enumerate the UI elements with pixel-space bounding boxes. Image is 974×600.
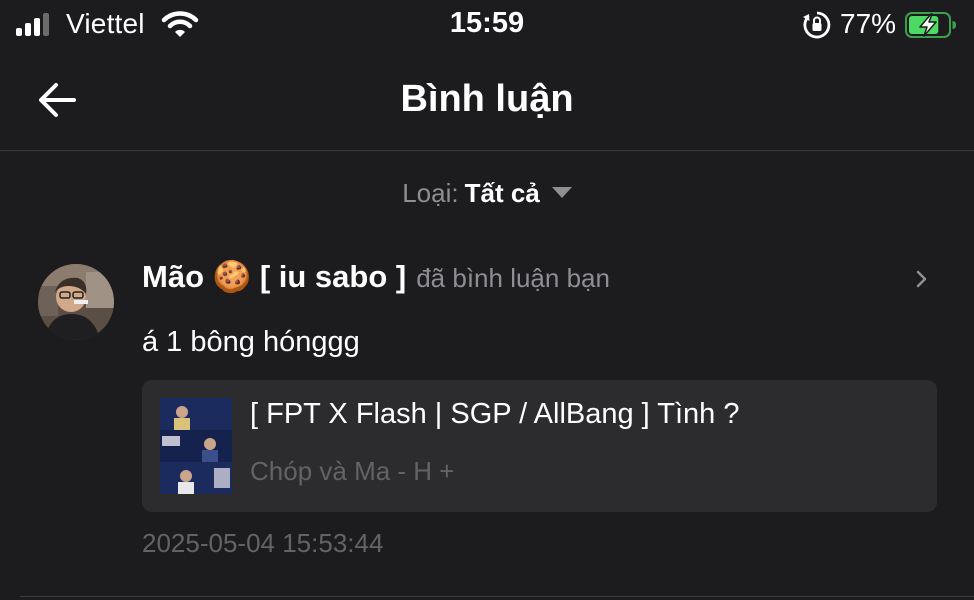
comment-text: á 1 bông hónggg	[142, 326, 360, 358]
page-title: Bình luận	[400, 78, 574, 120]
rotation-lock-icon	[803, 11, 831, 39]
caret-down-icon[interactable]	[551, 186, 572, 198]
post-subtitle: Chóp và Ma - H +	[250, 456, 455, 486]
post-title: [ FPT X Flash | SGP / AllBang ] Tình ?	[250, 398, 740, 430]
action-text: đã bình luận bạn	[416, 263, 610, 293]
comment-header: Mão 🍪 [ iu sabo ] đã bình luận bạn	[142, 258, 610, 295]
type-filter[interactable]: Loại: Tất cả	[0, 178, 974, 209]
avatar[interactable]	[38, 264, 114, 340]
status-bar: Viettel 15:59 77%	[0, 0, 974, 50]
battery-icon	[905, 12, 956, 38]
post-thumbnail	[160, 398, 232, 494]
battery-percent: 77%	[840, 8, 897, 39]
item-divider	[20, 596, 974, 597]
chevron-right-icon[interactable]	[910, 264, 934, 294]
comment-notification[interactable]: Mão 🍪 [ iu sabo ] đã bình luận bạn á 1 bô…	[0, 250, 974, 570]
filter-value[interactable]: Tất cả	[465, 178, 540, 208]
header-divider	[0, 150, 974, 151]
post-preview-card[interactable]: [ FPT X Flash | SGP / AllBang ] Tình ? C…	[142, 380, 937, 512]
username[interactable]: Mão 🍪 [ iu sabo ]	[142, 259, 406, 294]
nav-bar: Bình luận	[0, 50, 974, 150]
timestamp: 2025-05-04 15:53:44	[142, 528, 384, 558]
filter-label: Loại:	[402, 178, 459, 208]
